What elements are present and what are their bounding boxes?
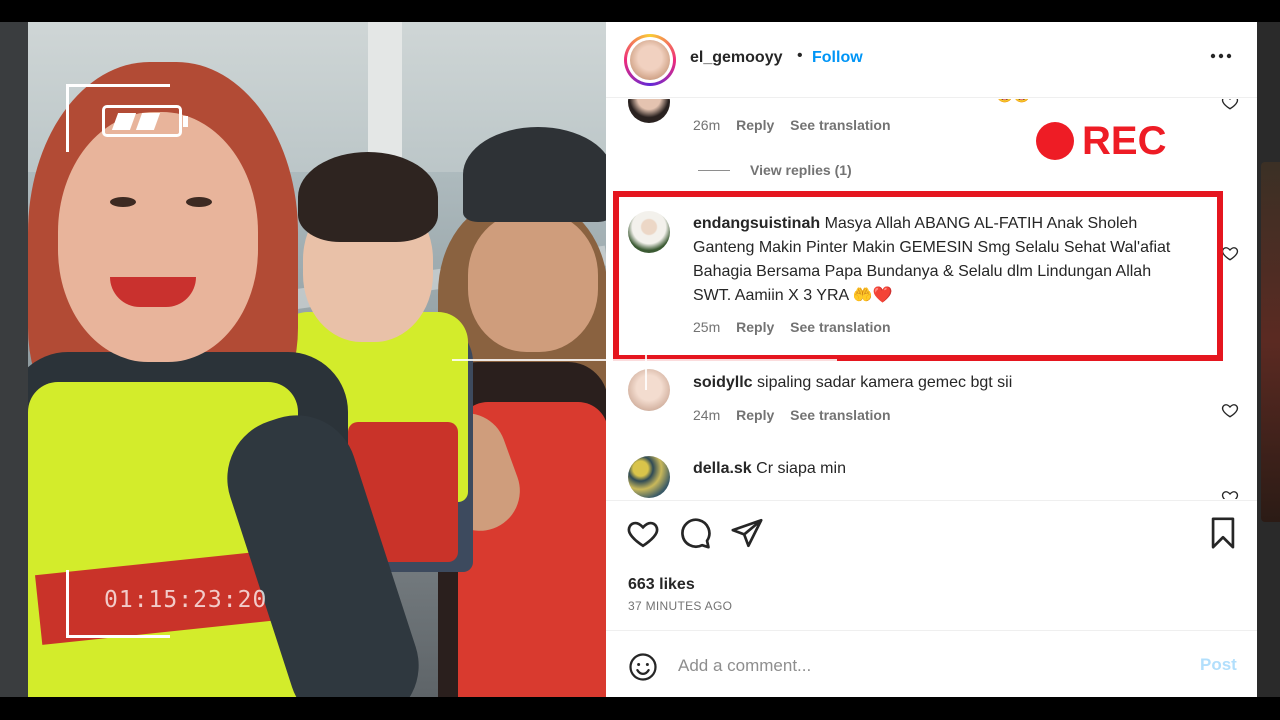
bottom-letterbox xyxy=(0,697,1280,720)
see-translation-button[interactable]: See translation xyxy=(790,407,890,423)
post-comment-button[interactable]: Post xyxy=(1200,655,1237,675)
rec-indicator: REC xyxy=(1036,119,1166,163)
like-comment-heart-icon[interactable] xyxy=(1221,99,1239,111)
see-translation-button[interactable]: See translation xyxy=(790,117,890,133)
highlight-box xyxy=(613,191,1223,361)
crosshair-vertical xyxy=(645,330,647,390)
left-gutter xyxy=(0,22,28,697)
person-right-face xyxy=(468,212,598,352)
comment-time: 26m xyxy=(693,117,721,133)
comment-time: 24m xyxy=(693,407,721,423)
timecode: 01:15:23:20 xyxy=(104,587,268,613)
person-left-eye xyxy=(110,197,136,207)
record-dot-icon xyxy=(1036,122,1074,160)
comment-avatar[interactable] xyxy=(628,456,670,498)
comment-username[interactable]: soidyllc xyxy=(693,374,753,391)
likes-count[interactable]: 663 likes xyxy=(628,576,695,594)
view-replies-line xyxy=(698,170,730,171)
comments-list[interactable]: 😂😂 26m Reply See translation View replie… xyxy=(606,99,1257,499)
comment-username[interactable]: della.sk xyxy=(693,460,752,477)
like-comment-heart-icon[interactable] xyxy=(1221,488,1239,499)
background-strip xyxy=(1261,162,1280,522)
battery-cell xyxy=(111,113,137,130)
avatar-picture xyxy=(630,40,670,80)
author-username[interactable]: el_gemooyy xyxy=(690,49,782,67)
comment-avatar[interactable] xyxy=(628,99,670,123)
right-gutter xyxy=(1257,22,1280,697)
post-header: el_gemooyy • Follow xyxy=(606,22,1257,98)
share-send-icon[interactable] xyxy=(730,516,764,550)
emoji-icon[interactable] xyxy=(628,652,658,682)
comment-meta: 26m Reply See translation xyxy=(693,117,903,133)
comment-text: soidyllc sipaling sadar kamera gemec bgt… xyxy=(693,371,1193,395)
battery-cell xyxy=(135,113,161,130)
comment-meta: 24m Reply See translation xyxy=(693,407,903,423)
reply-button[interactable]: Reply xyxy=(736,117,774,133)
person-right-cap xyxy=(463,127,606,222)
top-letterbox xyxy=(0,0,1280,22)
reply-button[interactable]: Reply xyxy=(736,407,774,423)
comment-avatar[interactable] xyxy=(628,369,670,411)
person-left-eye xyxy=(186,197,212,207)
battery-icon xyxy=(102,105,188,137)
comment-bubble-icon[interactable] xyxy=(678,516,712,550)
comment-text: della.sk Cr siapa min xyxy=(693,457,1193,481)
more-horizontal-icon[interactable] xyxy=(1210,45,1232,67)
add-comment-bar: Post xyxy=(606,630,1257,697)
like-comment-heart-icon[interactable] xyxy=(1221,244,1239,262)
follow-button[interactable]: Follow xyxy=(812,49,863,67)
comment-body: Cr siapa min xyxy=(756,460,846,477)
save-bookmark-icon[interactable] xyxy=(1206,516,1240,550)
like-comment-heart-icon[interactable] xyxy=(1221,401,1239,419)
author-avatar[interactable] xyxy=(624,34,676,86)
boat-pillar xyxy=(368,22,402,162)
view-replies-button[interactable]: View replies (1) xyxy=(750,162,852,178)
comment-body: sipaling sadar kamera gemec bgt sii xyxy=(757,374,1013,391)
post-actions: 663 likes 37 MINUTES AGO xyxy=(606,500,1257,630)
child-hair xyxy=(298,152,438,242)
header-separator: • xyxy=(797,47,803,64)
comment-input[interactable] xyxy=(678,649,1158,683)
rec-label: REC xyxy=(1082,118,1167,163)
like-heart-icon[interactable] xyxy=(626,516,660,550)
emoji-fragment: 😂😂 xyxy=(996,99,1031,104)
post-time: 37 MINUTES AGO xyxy=(628,599,733,613)
